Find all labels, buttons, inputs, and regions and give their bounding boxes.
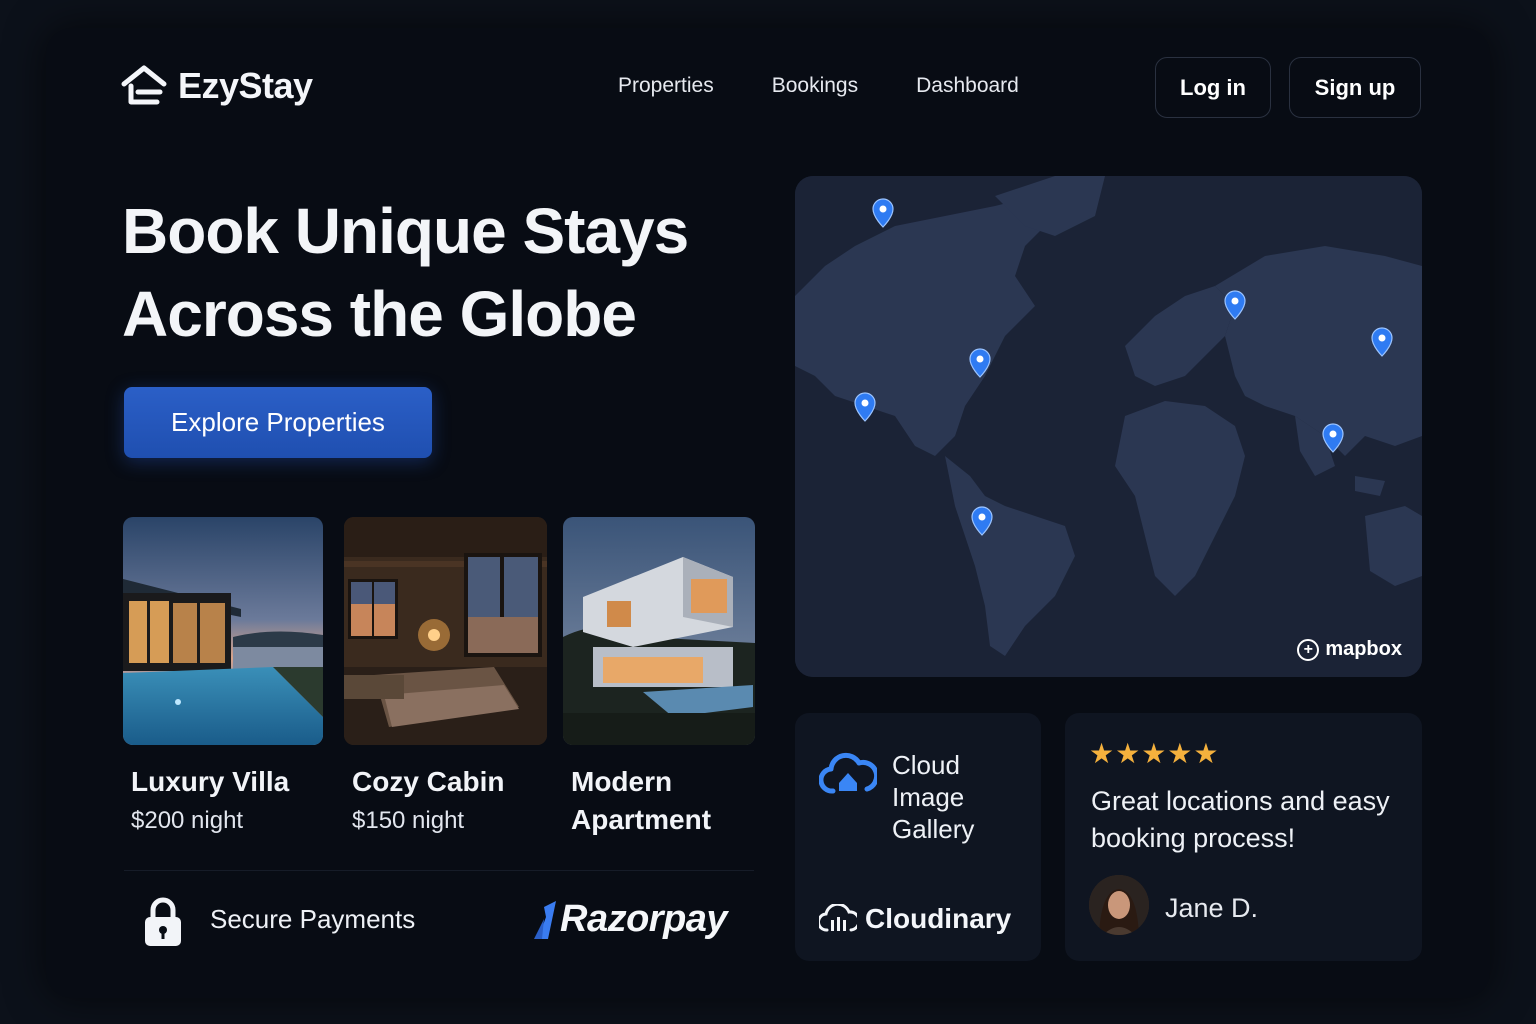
cloudinary-text: Cloudinary [865,903,1012,934]
razorpay-logo: Razorpay [530,898,728,941]
login-button[interactable]: Log in [1155,57,1271,118]
rating-stars: ★★★★★ [1089,738,1220,769]
reviewer-name: Jane D. [1165,893,1259,923]
hero-title-line-2: Across the Globe [122,278,637,350]
nav-dashboard[interactable]: Dashboard [916,74,1019,98]
brand-name: EzyStay [178,65,313,106]
map-pin-icon[interactable] [872,198,894,228]
map-pin-icon[interactable] [1371,327,1393,357]
map-pin-icon[interactable] [1224,290,1246,320]
cloud-gallery-card: Cloud Image Gallery Cloudinary [795,713,1041,961]
brand-logo[interactable]: EzyStay [120,62,313,110]
property-image [563,517,755,745]
hero-title: Book Unique Stays Across the Globe [122,190,762,356]
avatar [1089,875,1149,935]
property-name: Modern Apartment [571,766,712,835]
world-map[interactable]: + mapbox [795,176,1422,677]
property-name: Luxury Villa [131,766,290,797]
cloudinary-icon [819,904,857,932]
signup-button[interactable]: Sign up [1289,57,1421,118]
cloudinary-logo: Cloudinary [819,903,1011,935]
hero-title-line-1: Book Unique Stays [122,195,689,267]
property-card-modern-apartment[interactable]: Modern Apartment [563,517,755,835]
property-card-cozy-cabin[interactable]: Cozy Cabin $150 night [344,517,547,834]
map-pin-icon[interactable] [971,506,993,536]
nav-bookings[interactable]: Bookings [772,74,858,98]
mapbox-attribution[interactable]: + mapbox [1297,638,1402,661]
map-pin-icon[interactable] [854,392,876,422]
map-pin-icon[interactable] [969,348,991,378]
review-text: Great locations and easy booking process… [1091,786,1390,853]
property-image [123,517,323,745]
secure-payments-label: Secure Payments [210,904,416,934]
explore-properties-button[interactable]: Explore Properties [124,387,432,458]
razorpay-icon [534,900,556,939]
main-nav: Properties Bookings Dashboard [618,74,1019,98]
section-divider [124,870,754,871]
house-icon [121,65,167,105]
property-price: $150 night [352,807,465,834]
map-pin-icon[interactable] [1322,423,1344,453]
nav-properties[interactable]: Properties [618,74,714,98]
review-card: ★★★★★ Great locations and easy booking p… [1065,713,1422,961]
mapbox-icon: + [1297,638,1320,661]
cloud-upload-icon [819,752,877,794]
mapbox-label: mapbox [1325,638,1402,660]
lock-icon [145,897,181,946]
razorpay-text: Razorpay [560,898,728,940]
cloud-gallery-title: Cloud Image Gallery [892,750,975,844]
property-image [344,517,547,745]
property-card-luxury-villa[interactable]: Luxury Villa $200 night [123,517,323,834]
property-name: Cozy Cabin [352,766,505,797]
property-price: $200 night [131,807,244,834]
